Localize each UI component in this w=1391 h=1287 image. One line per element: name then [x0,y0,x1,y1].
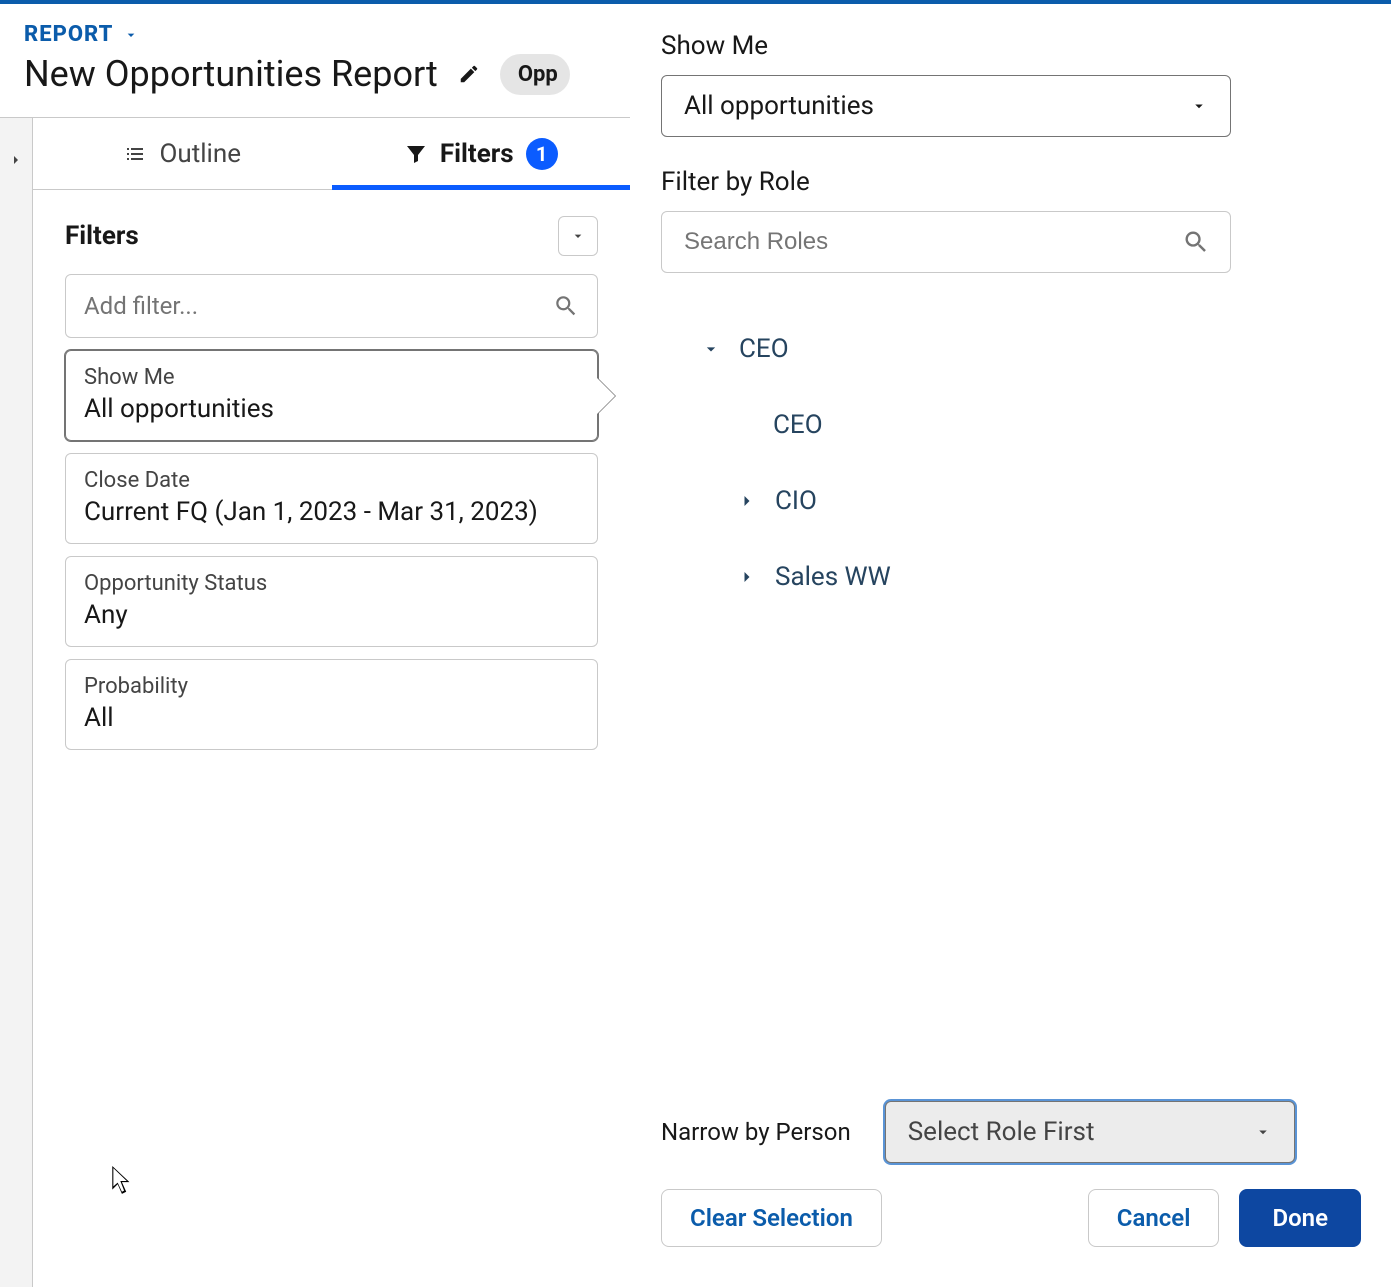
report-type-pill[interactable]: Opp [500,54,570,95]
tab-filters-label: Filters [440,139,514,169]
done-button[interactable]: Done [1239,1189,1361,1247]
role-tree-label: CIO [775,486,817,516]
chevron-right-icon [737,567,757,587]
filter-card-label: Close Date [84,468,579,493]
cancel-button[interactable]: Cancel [1088,1189,1220,1247]
add-filter-input[interactable]: Add filter... [65,274,598,338]
cancel-label: Cancel [1117,1204,1191,1232]
filter-card-label: Show Me [84,365,579,390]
role-tree-node-ceo[interactable]: CEO [701,387,1361,463]
caret-down-icon [1190,97,1208,115]
search-icon [1182,228,1210,256]
role-tree: CEO CEO CIO Sales WW [631,281,1391,1101]
caret-down-icon [1254,1123,1272,1141]
filter-card-value: All opportunities [84,394,579,424]
show-me-label: Show Me [661,31,1361,61]
filter-icon [404,142,428,166]
filters-menu-button[interactable] [558,216,598,256]
filter-card-value: Any [84,600,579,630]
clear-selection-label: Clear Selection [690,1204,853,1232]
filter-card-close-date[interactable]: Close Date Current FQ (Jan 1, 2023 - Mar… [65,453,598,544]
edit-title-icon[interactable] [458,63,480,85]
caret-down-icon [123,27,139,43]
chevron-right-icon [737,491,757,511]
filter-card-value: All [84,703,579,733]
show-me-select[interactable]: All opportunities [661,75,1231,137]
collapse-sidebar-button[interactable] [0,117,32,1287]
filter-card-show-me[interactable]: Show Me All opportunities [65,350,598,441]
role-tree-label: CEO [773,410,823,440]
narrow-by-person-select[interactable]: Select Role First [885,1101,1295,1163]
filter-card-probability[interactable]: Probability All [65,659,598,750]
tab-filters[interactable]: Filters 1 [332,118,631,189]
chevron-right-icon [8,148,24,172]
narrow-by-person-label: Narrow by Person [661,1118,851,1146]
search-icon [553,293,579,319]
filter-card-label: Probability [84,674,579,699]
role-tree-node-ceo-group[interactable]: CEO [701,311,1361,387]
role-tree-node-cio[interactable]: CIO [701,463,1361,539]
report-title: New Opportunities Report [24,53,438,95]
filter-card-label: Opportunity Status [84,571,579,596]
role-search-input[interactable] [661,211,1231,273]
role-search-field[interactable] [682,227,1172,257]
add-filter-placeholder: Add filter... [84,292,198,320]
chevron-down-icon [701,339,721,359]
filters-sidebar: Outline Filters 1 Filters Add filter... [32,117,630,1287]
role-tree-node-sales-ww[interactable]: Sales WW [701,539,1361,615]
filter-card-opportunity-status[interactable]: Opportunity Status Any [65,556,598,647]
filter-card-value: Current FQ (Jan 1, 2023 - Mar 31, 2023) [84,497,579,527]
selected-card-pointer [597,378,615,414]
tab-outline-label: Outline [159,139,241,169]
clear-selection-button[interactable]: Clear Selection [661,1189,882,1247]
caret-down-icon [570,228,586,244]
narrow-by-person-value: Select Role First [908,1117,1095,1147]
role-tree-label: Sales WW [775,562,891,592]
filter-by-role-label: Filter by Role [661,167,1361,197]
report-type-label: REPORT [24,22,113,47]
filters-count-badge: 1 [526,138,558,170]
done-label: Done [1272,1204,1328,1232]
show-me-value: All opportunities [684,91,874,121]
outline-icon [123,142,147,166]
tab-outline[interactable]: Outline [33,118,332,189]
role-tree-label: CEO [739,334,789,364]
show-me-flyout: Show Me All opportunities Filter by Role… [630,7,1391,1287]
filters-heading: Filters [65,221,139,251]
